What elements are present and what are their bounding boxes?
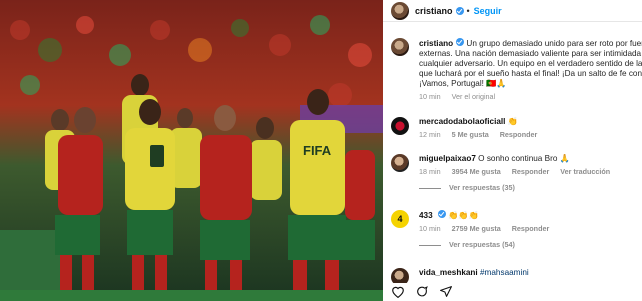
reply-button[interactable]: Responder	[500, 130, 538, 139]
caption-meta: 10 min Ver el original	[419, 92, 642, 102]
avatar[interactable]	[391, 1, 409, 20]
reply-button[interactable]: Responder	[512, 167, 550, 176]
svg-text:FIFA: FIFA	[303, 143, 332, 158]
verified-badge-icon	[437, 210, 446, 218]
replies-label: Ver respuestas (54)	[449, 240, 515, 249]
comment-body: vida_meshkani #mahsaamini	[419, 268, 642, 278]
view-replies-button[interactable]: Ver respuestas (54)	[419, 240, 642, 250]
like-count[interactable]: 3954 Me gusta	[452, 167, 501, 176]
comment-text: O sonho continua Bro 🙏	[478, 154, 570, 163]
comment-body: mercadodabolaoficiall 👏 12 min 5 Me gust…	[419, 117, 642, 140]
separator-dot: •	[466, 5, 470, 16]
avatar[interactable]	[391, 38, 409, 56]
replies-divider	[419, 244, 441, 246]
replies-label: Ver respuestas (35)	[449, 183, 515, 192]
avatar[interactable]	[391, 117, 409, 135]
comment-icon[interactable]	[415, 285, 429, 298]
comment-username[interactable]: vida_meshkani	[419, 268, 478, 277]
caption-suffix: 🇵🇹🙏	[486, 79, 507, 88]
view-replies-button[interactable]: Ver respuestas (35)	[419, 183, 642, 193]
comment-text: 👏	[507, 117, 518, 126]
comment-hashtag[interactable]: #mahsaamini	[480, 268, 529, 277]
comment-meta: 10 min 2759 Me gusta Responder	[419, 224, 642, 234]
comment-username[interactable]: 433	[419, 211, 433, 220]
like-count[interactable]: 5 Me gusta	[452, 130, 489, 139]
reply-button[interactable]: Responder	[512, 224, 550, 233]
translate-link[interactable]: Ver traducción	[560, 167, 610, 176]
comment-time: 10 min	[419, 224, 441, 233]
comment-meta: 12 min 5 Me gusta Responder	[419, 130, 642, 140]
post-photo-illustration: FIFA	[0, 0, 383, 301]
avatar-433[interactable]: 4	[391, 210, 409, 228]
share-icon[interactable]	[439, 285, 453, 298]
comment-time: 18 min	[419, 167, 441, 176]
caption-body: cristiano Un grupo demasiado unido para …	[419, 38, 642, 102]
like-count[interactable]: 2759 Me gusta	[452, 224, 501, 233]
action-bar	[383, 283, 642, 301]
like-heart-icon[interactable]	[391, 285, 405, 298]
post-side-panel: cristiano • Seguir cristiano Un grupo de…	[383, 0, 642, 301]
comment-username[interactable]: mercadodabolaoficiall	[419, 117, 505, 126]
follow-button[interactable]: Seguir	[474, 6, 502, 16]
comment-time: 12 min	[419, 130, 441, 139]
view-original-link[interactable]: Ver el original	[452, 92, 496, 101]
comment-meta: 18 min 3954 Me gusta Responder Ver tradu…	[419, 167, 642, 177]
comment-text: 👏👏👏	[448, 211, 479, 220]
verified-badge-icon	[456, 38, 465, 46]
post-username[interactable]: cristiano	[415, 6, 453, 16]
comment-body: 433 👏👏👏 10 min 2759 Me gusta Responder V…	[419, 210, 642, 250]
caption-username[interactable]: cristiano	[419, 39, 453, 48]
caption-time: 10 min	[419, 92, 441, 101]
post-header: cristiano • Seguir	[383, 0, 642, 22]
comment-username[interactable]: miguelpaixao7	[419, 154, 476, 163]
post-photo[interactable]: FIFA	[0, 0, 383, 301]
comment-body: miguelpaixao7 O sonho continua Bro 🙏 18 …	[419, 154, 642, 193]
replies-divider	[419, 187, 441, 189]
verified-badge-icon	[455, 6, 464, 15]
avatar[interactable]	[391, 154, 409, 172]
